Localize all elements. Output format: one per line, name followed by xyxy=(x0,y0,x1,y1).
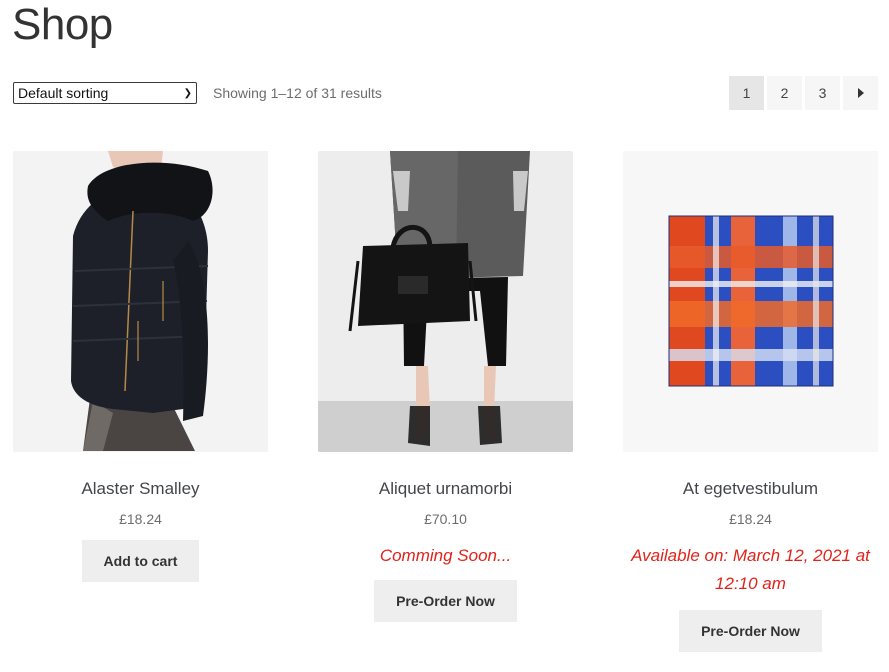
page-title: Shop xyxy=(12,0,113,49)
pre-order-button[interactable]: Pre-Order Now xyxy=(679,610,822,652)
availability-notice: Comming Soon... xyxy=(379,546,512,565)
arrow-right-icon xyxy=(857,88,864,98)
product-image[interactable] xyxy=(318,151,573,452)
shop-toolbar: Default sorting ❯ Showing 1–12 of 31 res… xyxy=(13,76,878,110)
product-name[interactable]: Aliquet urnamorbi xyxy=(318,478,573,500)
product-card: Aliquet urnamorbi £70.10 Comming Soon...… xyxy=(318,151,573,622)
pre-order-button[interactable]: Pre-Order Now xyxy=(374,580,517,622)
product-card: Alaster Smalley £18.24 Add to cart xyxy=(13,151,268,582)
page-2-link[interactable]: 2 xyxy=(767,76,802,110)
page-3-link[interactable]: 3 xyxy=(805,76,840,110)
availability-notice: Available on: March 12, 2021 at 12:10 am xyxy=(631,546,870,593)
page-1-current: 1 xyxy=(729,76,764,110)
product-image[interactable] xyxy=(13,151,268,452)
pagination: 1 2 3 xyxy=(729,76,878,110)
product-name[interactable]: Alaster Smalley xyxy=(13,478,268,500)
sorting-select[interactable]: Default sorting ❯ xyxy=(13,82,197,104)
product-card: At egetvestibulum £18.24 Available on: M… xyxy=(623,151,878,652)
product-image[interactable] xyxy=(623,151,878,452)
product-price: £18.24 xyxy=(119,511,162,527)
sorting-select-value: Default sorting xyxy=(18,85,109,101)
result-count: Showing 1–12 of 31 results xyxy=(213,85,382,101)
chevron-down-icon: ❯ xyxy=(183,87,192,99)
add-to-cart-button[interactable]: Add to cart xyxy=(81,540,200,582)
next-page-link[interactable] xyxy=(843,76,878,110)
product-price: £70.10 xyxy=(424,511,467,527)
product-price: £18.24 xyxy=(729,511,772,527)
product-name[interactable]: At egetvestibulum xyxy=(623,478,878,500)
